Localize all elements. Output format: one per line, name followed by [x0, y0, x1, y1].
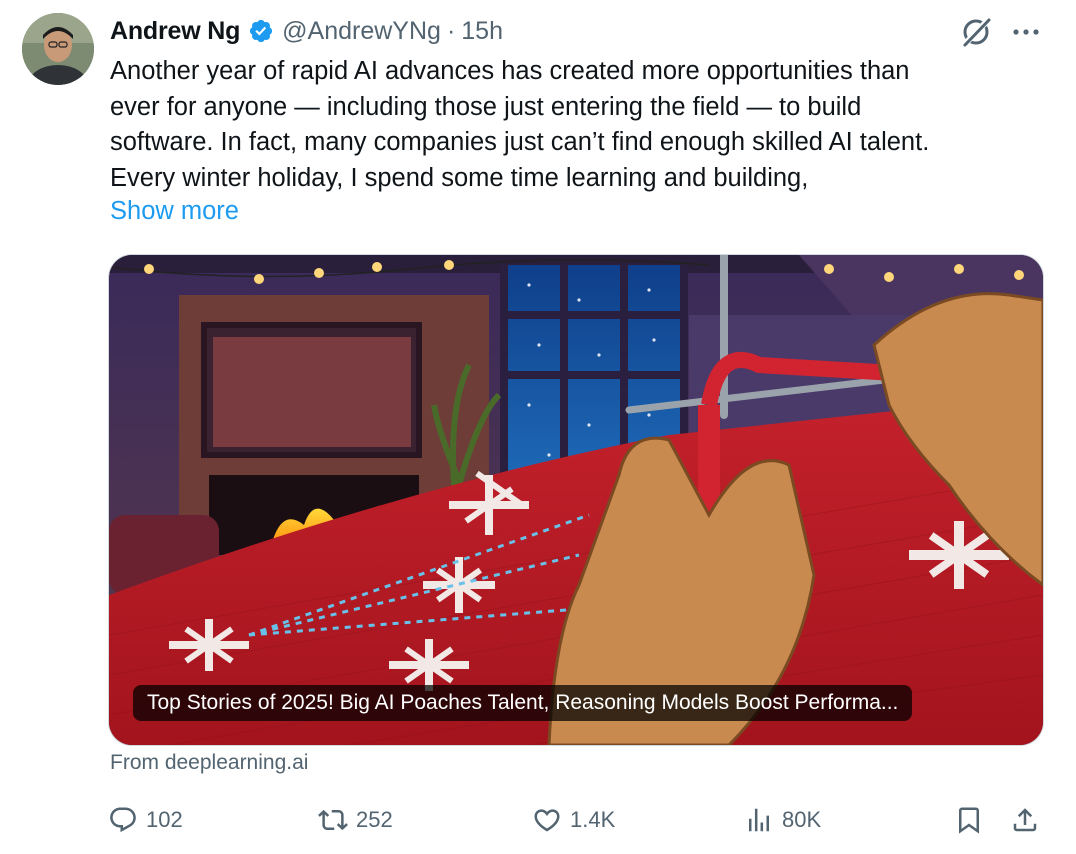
- repost-button[interactable]: 252: [318, 800, 393, 840]
- reply-count: 102: [146, 807, 183, 832]
- like-count: 1.4K: [570, 807, 616, 832]
- tweet-actions: 102 252 1.4K 80K: [108, 800, 1048, 840]
- bookmark-icon: [959, 807, 979, 834]
- tweet-text-line: Another year of rapid AI advances has cr…: [110, 57, 910, 85]
- views-count: 80K: [782, 807, 822, 832]
- repost-count: 252: [356, 807, 393, 832]
- grok-icon[interactable]: [958, 14, 994, 50]
- like-button[interactable]: 1.4K: [532, 800, 615, 840]
- share-button[interactable]: [1010, 800, 1048, 840]
- card-title: Top Stories of 2025! Big AI Poaches Tale…: [133, 685, 913, 721]
- tweet-header: Andrew Ng @AndrewYNg · 15h: [110, 14, 503, 48]
- like-icon: [534, 809, 560, 832]
- repost-icon: [318, 809, 348, 831]
- timestamp[interactable]: 15h: [461, 17, 503, 46]
- card-source[interactable]: From deeplearning.ai: [110, 751, 308, 775]
- reply-icon: [110, 807, 136, 833]
- link-card-image[interactable]: Top Stories of 2025! Big AI Poaches Tale…: [108, 254, 1044, 746]
- card-illustration: [109, 255, 1043, 745]
- author-handle[interactable]: @AndrewYNg: [282, 17, 441, 46]
- share-icon: [1013, 808, 1037, 832]
- tweet-text: Another year of rapid AI advances has cr…: [110, 54, 1050, 196]
- separator-dot: ·: [446, 16, 456, 45]
- views-button[interactable]: 80K: [744, 800, 821, 840]
- tweet-text-line: ever for anyone — including those just e…: [110, 92, 862, 121]
- avatar-image: [22, 13, 94, 85]
- bookmark-button[interactable]: [954, 800, 992, 840]
- tweet-text-line: software. In fact, many companies just c…: [110, 128, 930, 156]
- avatar[interactable]: [22, 13, 94, 85]
- show-more-link[interactable]: Show more: [110, 197, 239, 226]
- tweet-text-line: Every winter holiday, I spend some time …: [110, 163, 809, 192]
- author-name[interactable]: Andrew Ng: [110, 17, 240, 46]
- more-options-icon[interactable]: [1008, 16, 1044, 48]
- reply-button[interactable]: 102: [108, 800, 183, 840]
- views-icon: [749, 808, 769, 832]
- verified-badge-icon[interactable]: [248, 18, 274, 44]
